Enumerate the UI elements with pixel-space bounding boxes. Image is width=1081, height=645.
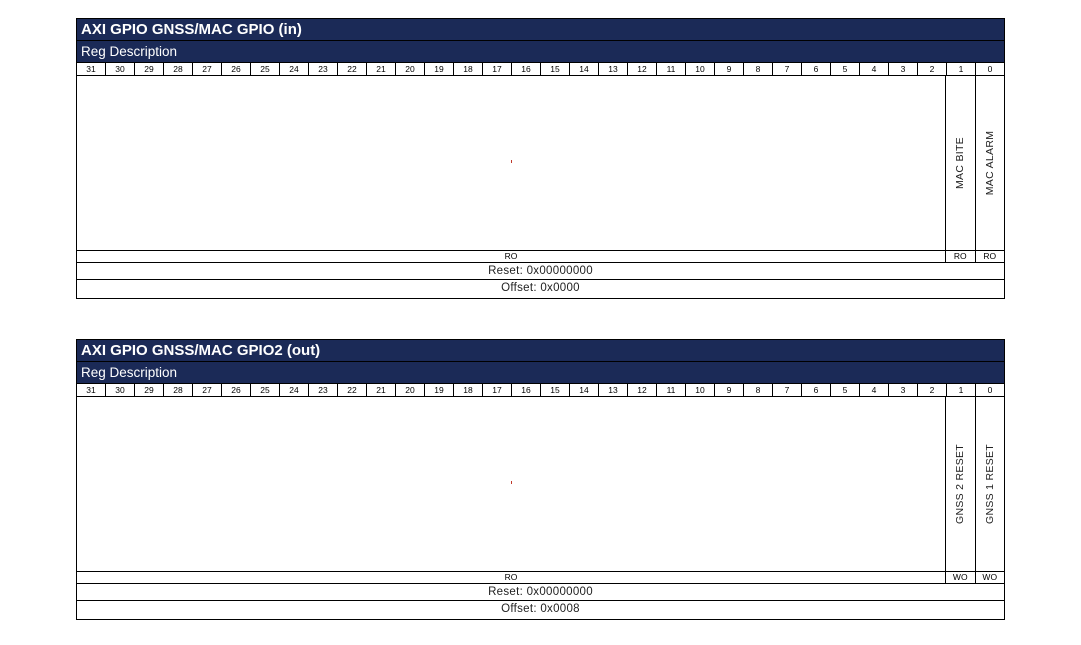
bit-number-cell: 5 bbox=[831, 63, 860, 75]
bit-number-cell: 15 bbox=[541, 63, 570, 75]
register-fields-row: GNSS 2 RESET GNSS 1 RESET bbox=[77, 397, 1004, 572]
bit-number-cell: 25 bbox=[251, 63, 280, 75]
field-access-bit-0: WO bbox=[982, 572, 998, 582]
bit-number-cell: 19 bbox=[425, 384, 454, 396]
reset-value: Reset: 0x00000000 bbox=[77, 584, 1004, 601]
bit-number-cell: 10 bbox=[686, 384, 715, 396]
bit-number-cell: 17 bbox=[483, 63, 512, 75]
bit-number-cell: 17 bbox=[483, 384, 512, 396]
register-title: AXI GPIO GNSS/MAC GPIO2 (out) bbox=[77, 340, 1004, 362]
field-label: MAC BITE bbox=[954, 137, 967, 189]
bit-number-cell: 1 bbox=[947, 384, 976, 396]
register-description-label: Reg Description bbox=[77, 41, 1004, 63]
field-bit-0: GNSS 1 RESET bbox=[976, 397, 1005, 571]
bit-number-cell: 6 bbox=[802, 384, 831, 396]
bit-number-header: 31 30 29 28 27 26 25 24 23 22 21 20 19 18 17 16 15 14 13 12… bbox=[77, 63, 1004, 76]
field-bit-0: MAC ALARM bbox=[976, 76, 1005, 250]
bit-number-cell: 15 bbox=[541, 384, 570, 396]
bit-number-cell: 14 bbox=[570, 384, 599, 396]
bit-number-cell: 20 bbox=[396, 63, 425, 75]
bit-number-cell: 6 bbox=[802, 63, 831, 75]
bit-number-cell: 7 bbox=[773, 63, 802, 75]
bit-number-cell: 20 bbox=[396, 384, 425, 396]
bit-number-cell: 2 bbox=[918, 384, 947, 396]
bit-number-cell: 5 bbox=[831, 384, 860, 396]
bit-number-cell: 2 bbox=[918, 63, 947, 75]
bit-number-cell: 11 bbox=[657, 384, 686, 396]
bit-number-cell: 30 bbox=[106, 63, 135, 75]
bit-number-cell: 3 bbox=[889, 63, 918, 75]
bit-number-cell: 31 bbox=[77, 63, 106, 75]
field-label: GNSS 1 RESET bbox=[983, 443, 996, 525]
bit-number-cell: 16 bbox=[512, 384, 541, 396]
register-title: AXI GPIO GNSS/MAC GPIO (in) bbox=[77, 19, 1004, 41]
bit-number-cell: 23 bbox=[309, 384, 338, 396]
register-description-label: Reg Description bbox=[77, 362, 1004, 384]
field-access-bit-1: RO bbox=[946, 251, 976, 262]
marker-dot bbox=[511, 160, 512, 163]
offset-value: Offset: 0x0000 bbox=[501, 282, 580, 294]
register-fields-row: MAC BITE MAC ALARM bbox=[77, 76, 1004, 251]
bit-number-cell: 26 bbox=[222, 63, 251, 75]
bit-number-cell: 12 bbox=[628, 384, 657, 396]
bit-number-cell: 4 bbox=[860, 384, 889, 396]
bit-number-cell: 9 bbox=[715, 63, 744, 75]
bit-number-cell: 18 bbox=[454, 63, 483, 75]
bit-number-cell: 4 bbox=[860, 63, 889, 75]
reserved-bits-area bbox=[77, 397, 946, 571]
bit-number-cell: 0 bbox=[987, 385, 993, 395]
bit-number-cell: 16 bbox=[512, 63, 541, 75]
bit-number-header: 31 30 29 28 27 26 25 24 23 22 21 20 19 18 17 16 15 14 13 12… bbox=[77, 384, 1004, 397]
bit-number-cell: 21 bbox=[367, 384, 396, 396]
offset-value: Offset: 0x0008 bbox=[501, 603, 580, 615]
field-bit-1: GNSS 2 RESET bbox=[946, 397, 976, 571]
bit-number-cell: 10 bbox=[686, 63, 715, 75]
bit-number-cell: 24 bbox=[280, 384, 309, 396]
field-access-bit-0: RO bbox=[983, 251, 997, 261]
field-label: MAC ALARM bbox=[983, 130, 996, 196]
bit-number-cell: 29 bbox=[135, 63, 164, 75]
bit-number-cell: 1 bbox=[947, 63, 976, 75]
bit-number-cell: 19 bbox=[425, 63, 454, 75]
bit-number-cell: 11 bbox=[657, 63, 686, 75]
register-table-gpio2-out: AXI GPIO GNSS/MAC GPIO2 (out) Reg Descri… bbox=[76, 339, 1005, 620]
bit-number-cell: 28 bbox=[164, 63, 193, 75]
reserved-access: RO bbox=[77, 251, 946, 262]
reserved-access: RO bbox=[77, 572, 946, 583]
bit-number-cell: 18 bbox=[454, 384, 483, 396]
field-access-bit-1: WO bbox=[946, 572, 976, 583]
bit-number-cell: 12 bbox=[628, 63, 657, 75]
bit-number-cell: 14 bbox=[570, 63, 599, 75]
bit-number-cell: 22 bbox=[338, 384, 367, 396]
bit-number-cell: 24 bbox=[280, 63, 309, 75]
marker-dot bbox=[511, 481, 512, 484]
field-bit-1: MAC BITE bbox=[946, 76, 976, 250]
bit-number-cell: 9 bbox=[715, 384, 744, 396]
bit-number-cell: 23 bbox=[309, 63, 338, 75]
bit-number-cell: 28 bbox=[164, 384, 193, 396]
bit-number-cell: 22 bbox=[338, 63, 367, 75]
bit-number-cell: 27 bbox=[193, 63, 222, 75]
bit-number-cell: 7 bbox=[773, 384, 802, 396]
bit-number-cell: 31 bbox=[77, 384, 106, 396]
bit-number-cell: 21 bbox=[367, 63, 396, 75]
register-table-gpio-in: AXI GPIO GNSS/MAC GPIO (in) Reg Descript… bbox=[76, 18, 1005, 299]
reset-value: Reset: 0x00000000 bbox=[77, 263, 1004, 280]
bit-number-cell: 13 bbox=[599, 384, 628, 396]
bit-number-cell: 27 bbox=[193, 384, 222, 396]
field-label: GNSS 2 RESET bbox=[954, 443, 967, 525]
bit-number-cell: 8 bbox=[744, 384, 773, 396]
bit-number-cell: 0 bbox=[987, 64, 993, 74]
bit-number-cell: 13 bbox=[599, 63, 628, 75]
bit-number-cell: 30 bbox=[106, 384, 135, 396]
access-row: RO RO RO bbox=[77, 251, 1004, 263]
reserved-bits-area bbox=[77, 76, 946, 250]
bit-number-cell: 8 bbox=[744, 63, 773, 75]
access-row: RO WO WO bbox=[77, 572, 1004, 584]
bit-number-cell: 29 bbox=[135, 384, 164, 396]
bit-number-cell: 3 bbox=[889, 384, 918, 396]
bit-number-cell: 25 bbox=[251, 384, 280, 396]
bit-number-cell: 26 bbox=[222, 384, 251, 396]
